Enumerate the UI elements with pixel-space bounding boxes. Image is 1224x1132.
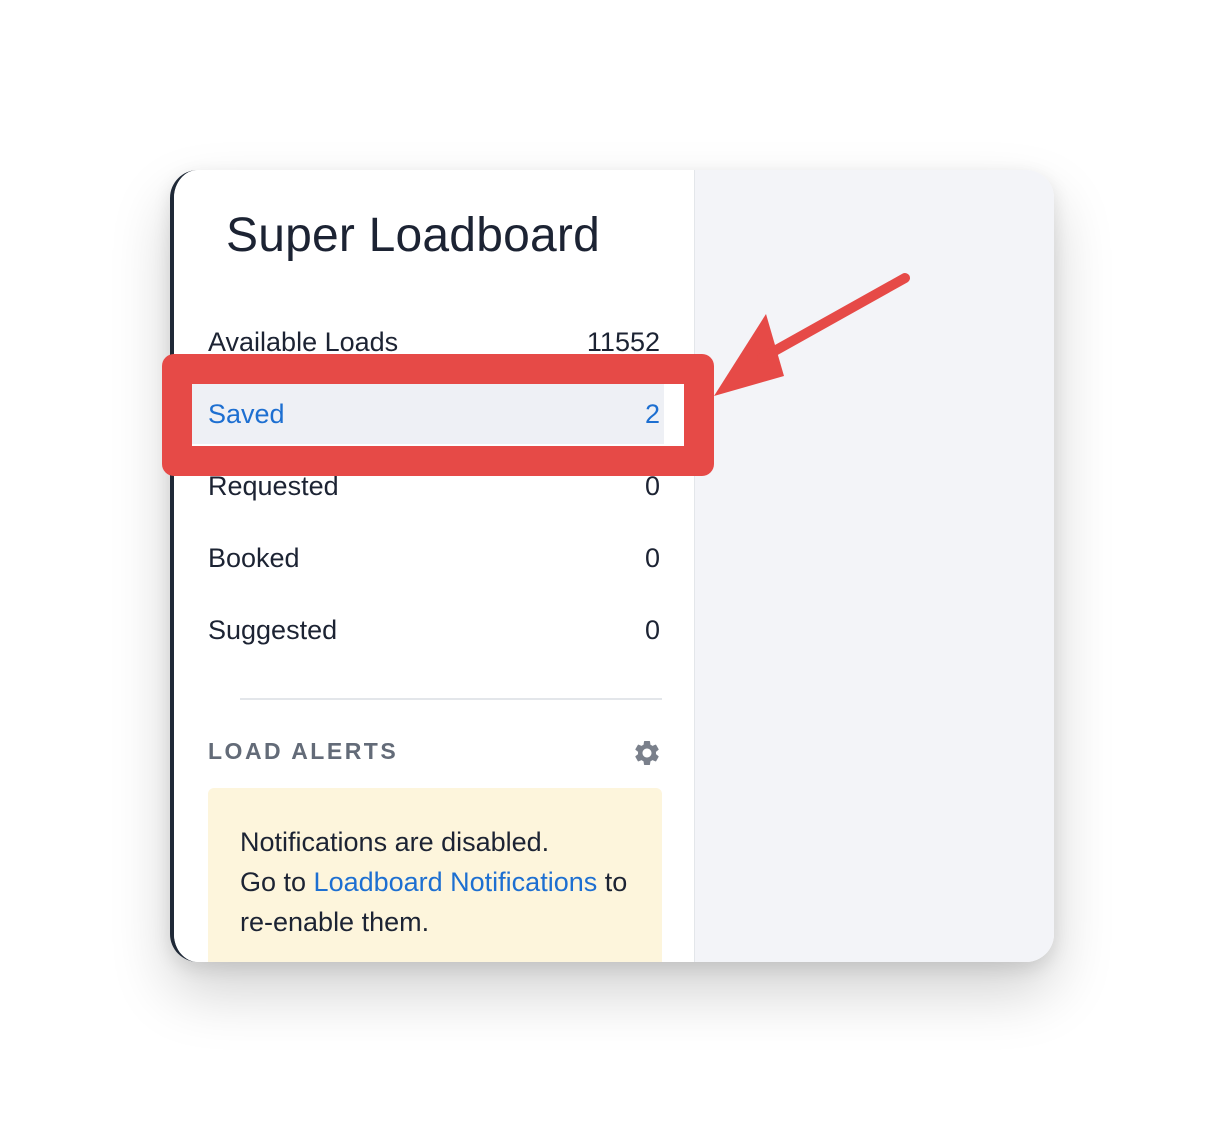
notifications-disabled-notice: Notifications are disabled. Go to Loadbo… — [208, 788, 662, 962]
divider — [240, 698, 662, 700]
nav-item-count: 0 — [644, 470, 660, 501]
nav-item-count: 11552 — [586, 326, 660, 357]
nav-item-booked[interactable]: Booked 0 — [192, 528, 664, 588]
app-window: Super Loadboard Available Loads 11552 Sa… — [170, 170, 1054, 962]
nav-item-label: Requested — [208, 470, 339, 501]
nav-item-requested[interactable]: Requested 0 — [192, 456, 664, 516]
nav-item-label: Available Loads — [208, 326, 399, 357]
page-title: Super Loadboard — [226, 209, 600, 262]
nav-item-saved[interactable]: Saved 2 — [192, 384, 664, 444]
sidebar: Super Loadboard Available Loads 11552 Sa… — [174, 170, 695, 962]
nav-item-count: 0 — [644, 542, 660, 573]
notice-line: Notifications are disabled. — [240, 827, 550, 857]
notice-prefix: Go to — [240, 867, 314, 897]
nav-item-suggested[interactable]: Suggested 0 — [192, 600, 664, 660]
nav-item-label: Saved — [208, 398, 285, 429]
loadboard-notifications-link[interactable]: Loadboard Notifications — [314, 867, 598, 897]
nav-item-label: Suggested — [208, 614, 338, 645]
load-alerts-heading: LOAD ALERTS — [208, 738, 399, 764]
gear-icon[interactable] — [632, 738, 662, 768]
nav-item-label: Booked — [208, 542, 300, 573]
nav-item-available-loads[interactable]: Available Loads 11552 — [192, 312, 664, 372]
nav-item-count: 2 — [644, 398, 660, 429]
nav-item-count: 0 — [644, 614, 660, 645]
main-content-area — [695, 170, 1054, 962]
